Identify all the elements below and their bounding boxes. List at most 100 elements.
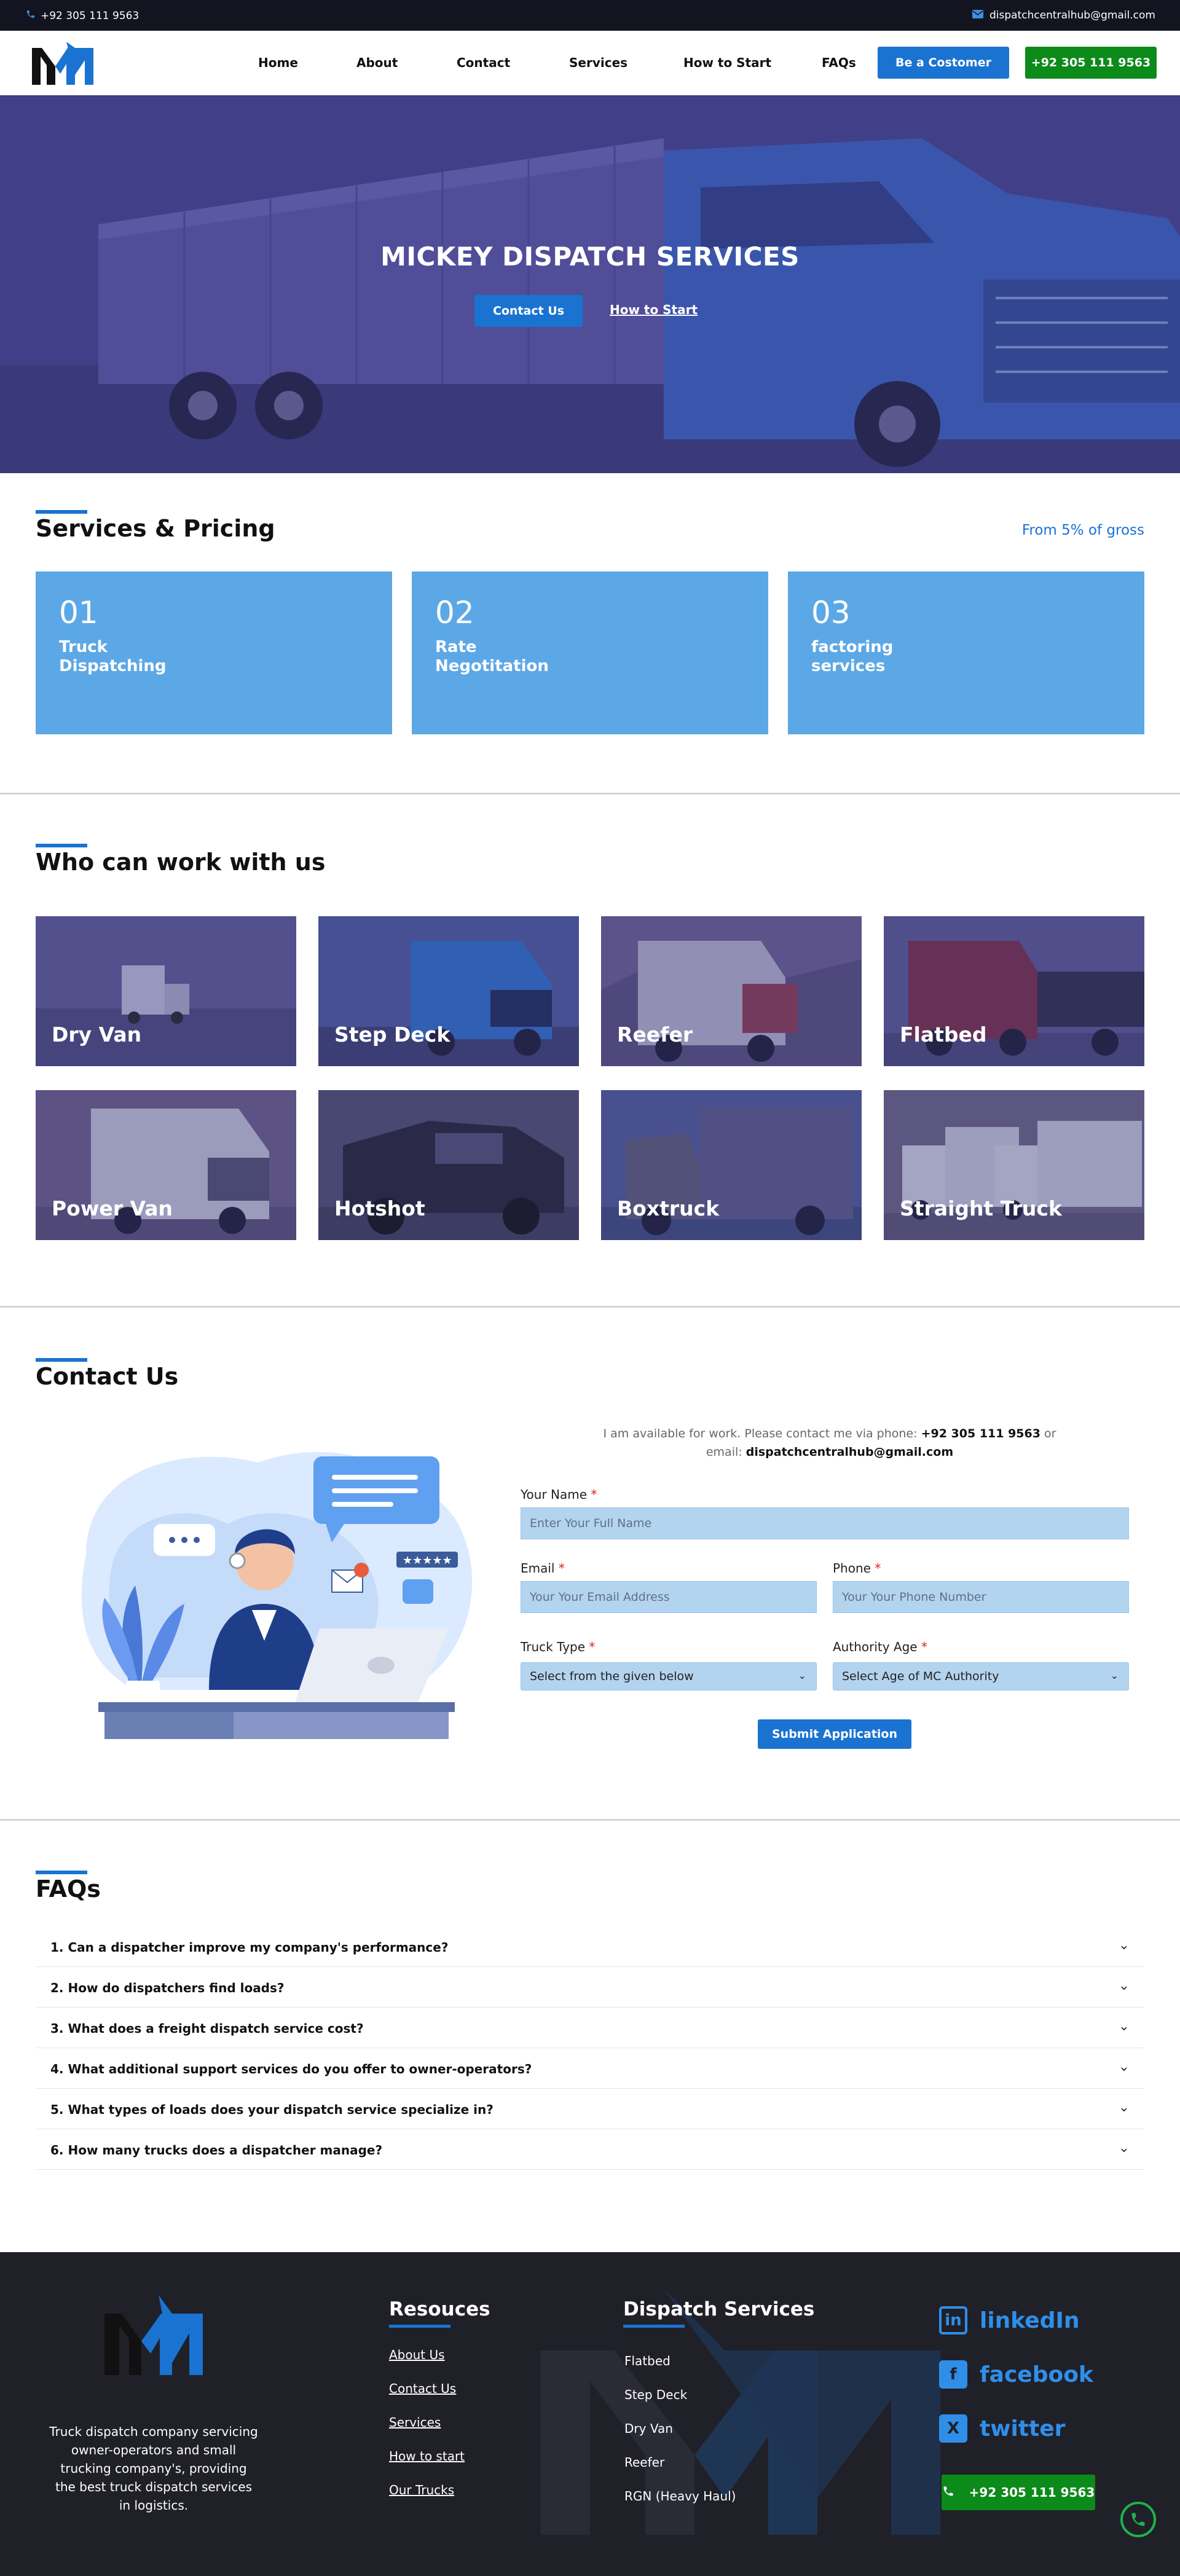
topbar-email-text: dispatchcentralhub@gmail.com: [989, 9, 1155, 22]
svg-text:★★★★★: ★★★★★: [403, 1554, 452, 1567]
footer-link-contact[interactable]: Contact Us: [389, 2381, 456, 2396]
whatsapp-icon[interactable]: [1120, 2502, 1156, 2537]
faq-item[interactable]: 2. How do dispatchers find loads? ⌄: [36, 1967, 1144, 2008]
truck-card-flatbed[interactable]: Flatbed: [884, 916, 1144, 1066]
be-a-customer-button[interactable]: Be a Costomer: [878, 47, 1009, 79]
service-card-factoring[interactable]: 03 factoring services: [788, 571, 1144, 734]
faq-item[interactable]: 3. What does a freight dispatch service …: [36, 2008, 1144, 2048]
service-number: 03: [811, 595, 851, 630]
dispatch-item: Reefer: [624, 2455, 665, 2470]
contact-info-prefix: I am available for work. Please contact …: [603, 1427, 918, 1440]
truck-type-value: Select from the given below: [530, 1670, 694, 1683]
truck-label: Hotshot: [334, 1196, 425, 1220]
footer-phone-button[interactable]: +92 305 111 9563: [942, 2475, 1095, 2510]
chevron-down-icon: ⌄: [1118, 2059, 1130, 2075]
name-label: Your Name *: [521, 1487, 597, 1502]
dispatch-item: Step Deck: [624, 2387, 688, 2402]
footer-link-services[interactable]: Services: [389, 2415, 441, 2430]
hero-title: MICKEY DISPATCH SERVICES: [380, 242, 800, 272]
services-accent-bar: [36, 510, 87, 514]
email-input[interactable]: Your Your Email Address: [521, 1581, 817, 1613]
phone-label-text: Phone: [833, 1561, 871, 1576]
topbar-phone[interactable]: +92 305 111 9563: [26, 9, 139, 22]
phone-icon: [942, 2485, 954, 2500]
resources-title: Resouces: [389, 2298, 490, 2320]
footer-logo[interactable]: [104, 2295, 218, 2375]
dispatch-item: Dry Van: [624, 2421, 673, 2436]
main-navigation: Home About Contact Services How to Start…: [0, 31, 1180, 95]
chevron-down-icon: ⌄: [1118, 1978, 1130, 1993]
chevron-down-icon: ⌄: [798, 1670, 806, 1681]
faq-item[interactable]: 6. How many trucks does a dispatcher man…: [36, 2129, 1144, 2170]
authority-age-label-text: Authority Age: [833, 1639, 918, 1654]
nav-link-contact[interactable]: Contact: [457, 55, 510, 70]
truck-card-reefer[interactable]: Reefer: [601, 916, 862, 1066]
phone-input[interactable]: Your Your Phone Number: [833, 1581, 1129, 1613]
faq-item[interactable]: 4. What additional support services do y…: [36, 2048, 1144, 2089]
topbar-email[interactable]: dispatchcentralhub@gmail.com: [972, 9, 1155, 22]
social-facebook[interactable]: f facebook: [939, 2360, 1093, 2389]
hero-how-to-start-link[interactable]: How to Start: [610, 302, 698, 317]
required-mark: *: [921, 1639, 927, 1654]
truck-card-step-deck[interactable]: Step Deck: [318, 916, 579, 1066]
section-divider: [0, 1306, 1180, 1308]
service-card-rate-negotiation[interactable]: 02 Rate Negotitation: [412, 571, 768, 734]
hero-truck-illustration: [0, 95, 1180, 473]
phone-label: Phone *: [833, 1561, 881, 1576]
social-linkedin[interactable]: in linkedIn: [939, 2306, 1080, 2334]
truck-card-boxtruck[interactable]: Boxtruck: [601, 1090, 862, 1240]
chevron-down-icon: ⌄: [1110, 1670, 1119, 1681]
section-divider: [0, 793, 1180, 795]
contact-info-email[interactable]: dispatchcentralhub@gmail.com: [746, 1445, 953, 1459]
site-logo[interactable]: [32, 42, 106, 85]
phone-icon: [26, 9, 36, 22]
contact-info-phone[interactable]: +92 305 111 9563: [921, 1427, 1040, 1440]
service-label: Truck Dispatching: [59, 638, 167, 676]
footer-link-how-to-start[interactable]: How to start: [389, 2449, 465, 2464]
faq-question: 2. How do dispatchers find loads?: [50, 1981, 285, 1995]
footer-link-about[interactable]: About Us: [389, 2347, 445, 2362]
social-linkedin-label: linkedIn: [980, 2307, 1080, 2333]
truck-label: Boxtruck: [617, 1196, 720, 1220]
service-label: factoring services: [811, 638, 894, 676]
nav-link-services[interactable]: Services: [569, 55, 627, 70]
truck-label: Power Van: [52, 1196, 173, 1220]
authority-age-select[interactable]: Select Age of MC Authority ⌄: [833, 1662, 1129, 1690]
footer-phone-text: +92 305 111 9563: [969, 2485, 1095, 2500]
required-mark: *: [558, 1561, 565, 1576]
name-input[interactable]: Enter Your Full Name: [521, 1507, 1129, 1539]
service-card-truck-dispatching[interactable]: 01 Truck Dispatching: [36, 571, 392, 734]
faq-question: 4. What additional support services do y…: [50, 2062, 532, 2076]
authority-age-value: Select Age of MC Authority: [842, 1670, 999, 1683]
section-divider: [0, 1819, 1180, 1821]
faq-item[interactable]: 5. What types of loads does your dispatc…: [36, 2089, 1144, 2129]
truck-card-dry-van[interactable]: Dry Van: [36, 916, 296, 1066]
social-twitter[interactable]: X twitter: [939, 2414, 1065, 2443]
truck-card-straight-truck[interactable]: Straight Truck: [884, 1090, 1144, 1240]
required-mark: *: [589, 1639, 596, 1654]
truck-label: Straight Truck: [900, 1196, 1062, 1220]
truck-type-select[interactable]: Select from the given below ⌄: [521, 1662, 817, 1690]
faq-question: 1. Can a dispatcher improve my company's…: [50, 1940, 449, 1955]
email-placeholder: Your Your Email Address: [530, 1590, 670, 1604]
truck-label: Reefer: [617, 1023, 693, 1046]
hero-contact-button[interactable]: Contact Us: [474, 295, 583, 327]
truck-card-power-van[interactable]: Power Van: [36, 1090, 296, 1240]
nav-link-about[interactable]: About: [356, 55, 398, 70]
linkedin-icon: in: [939, 2306, 967, 2334]
faq-title: FAQs: [36, 1875, 101, 1903]
social-twitter-label: twitter: [980, 2416, 1066, 2441]
submit-application-button[interactable]: Submit Application: [758, 1719, 911, 1749]
nav-phone-button[interactable]: +92 305 111 9563: [1025, 47, 1157, 79]
nav-link-faqs[interactable]: FAQs: [822, 55, 856, 70]
faq-item[interactable]: 1. Can a dispatcher improve my company's…: [36, 1926, 1144, 1967]
chevron-down-icon: ⌄: [1118, 1938, 1130, 1953]
contact-info-email-prefix: email:: [706, 1445, 742, 1459]
price-note: From 5% of gross: [1021, 522, 1144, 538]
nav-link-how-to-start[interactable]: How to Start: [683, 55, 771, 70]
truck-card-hotshot[interactable]: Hotshot: [318, 1090, 579, 1240]
footer-link-our-trucks[interactable]: Our Trucks: [389, 2483, 454, 2497]
dispatch-services-title: Dispatch Services: [623, 2298, 815, 2320]
chevron-down-icon: ⌄: [1118, 2100, 1130, 2115]
nav-link-home[interactable]: Home: [258, 55, 298, 70]
